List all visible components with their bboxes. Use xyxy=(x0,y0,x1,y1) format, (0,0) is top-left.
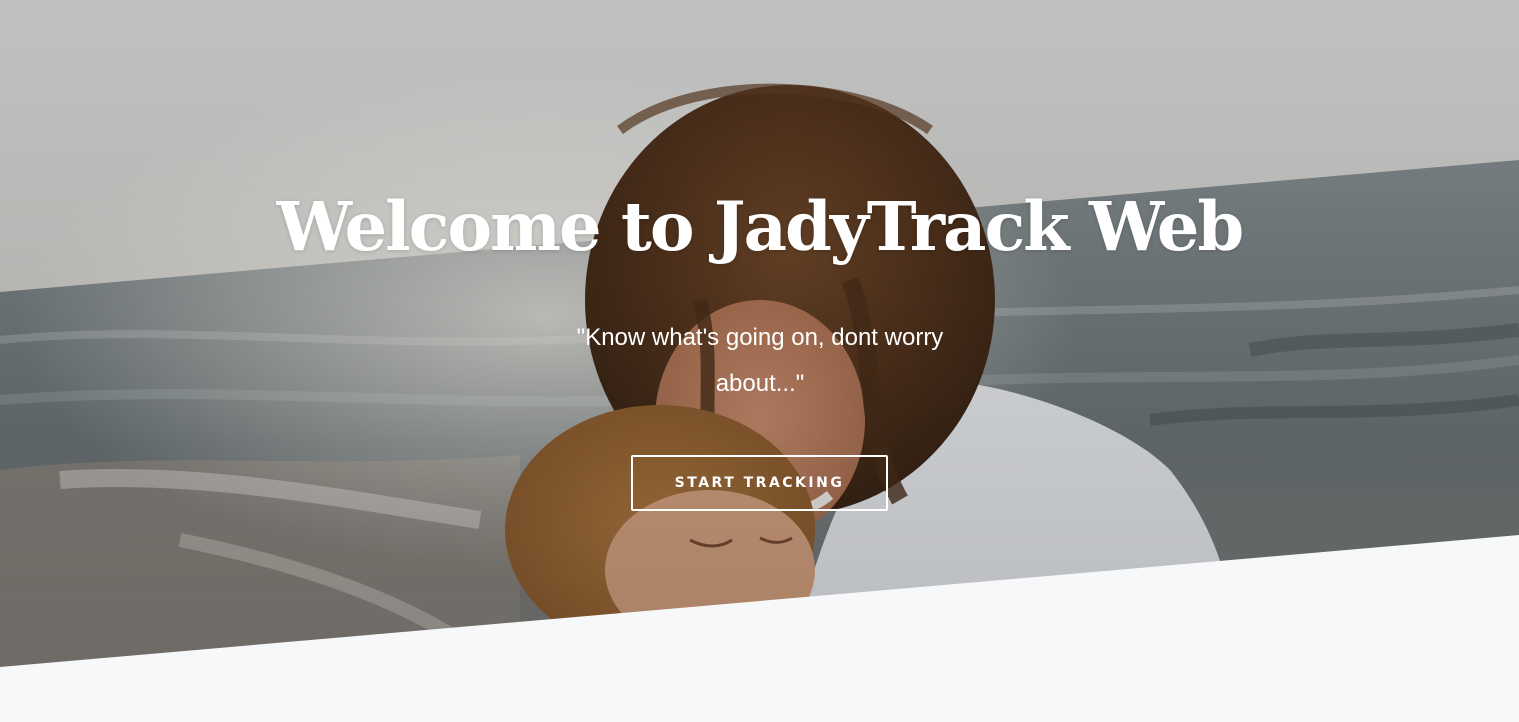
slanted-section-divider xyxy=(0,535,1519,722)
hero-section: Welcome to JadyTrack Web "Know what's go… xyxy=(0,0,1519,722)
